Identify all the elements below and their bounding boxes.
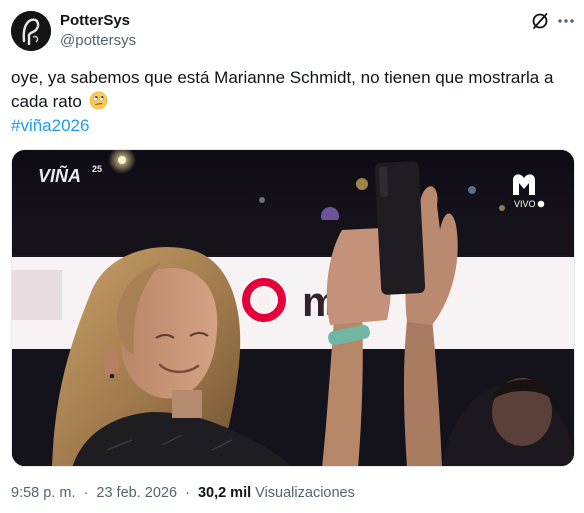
avatar-image bbox=[11, 11, 51, 51]
tweet-time[interactable]: 9:58 p. m. bbox=[11, 485, 75, 501]
tweet-meta: 9:58 p. m. · 23 feb. 2026 · 30,2 mil Vis… bbox=[11, 485, 355, 501]
more-options-icon[interactable] bbox=[556, 11, 576, 31]
vina-logo-superscript: 25 bbox=[92, 164, 102, 174]
live-label: VIVO bbox=[514, 199, 536, 209]
views-count: 30,2 mil bbox=[197, 485, 252, 501]
hashtag-link[interactable]: #viña2026 bbox=[11, 114, 89, 138]
author-handle[interactable]: @pottersys bbox=[60, 32, 136, 49]
author-display-name[interactable]: PotterSys bbox=[60, 12, 130, 29]
rolling-eyes-emoji-icon bbox=[89, 91, 107, 110]
tweet-date[interactable]: 23 feb. 2026 bbox=[96, 485, 177, 501]
video-still-image: m VIÑA 25 VIVO bbox=[12, 150, 574, 466]
views-label: Visualizaciones bbox=[255, 485, 355, 501]
tweet-media[interactable]: m VIÑA 25 VIVO bbox=[11, 149, 575, 467]
vina-logo-text: VIÑA bbox=[38, 165, 81, 186]
avatar[interactable] bbox=[11, 11, 51, 51]
tweet-text: oye, ya sabemos que está Marianne Schmid… bbox=[11, 66, 571, 114]
grok-icon[interactable] bbox=[530, 11, 550, 31]
